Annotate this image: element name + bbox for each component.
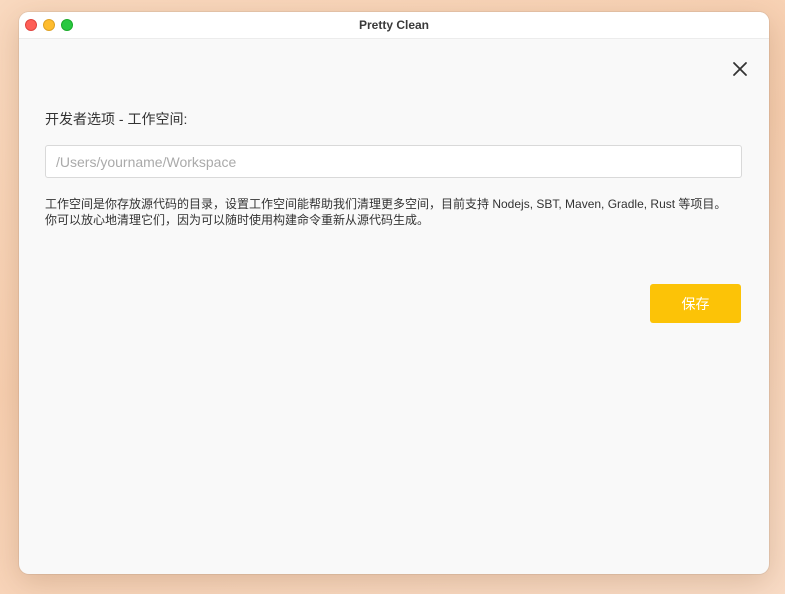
settings-dialog: 开发者选项 - 工作空间: 工作空间是你存放源代码的目录，设置工作空间能帮助我们… [19,39,769,574]
close-dialog-button[interactable] [730,59,750,79]
app-window: Pretty Clean 开发者选项 - 工作空间: 工作空间是你存放源代码的目… [19,12,769,574]
close-icon [733,62,747,76]
description-line: 你可以放心地清理它们，因为可以随时使用构建命令重新从源代码生成。 [45,213,430,227]
workspace-path-input[interactable] [45,145,742,178]
section-label: 开发者选项 - 工作空间: [45,111,188,127]
save-button[interactable]: 保存 [650,284,741,323]
description-line: 工作空间是你存放源代码的目录，设置工作空间能帮助我们清理更多空间，目前支持 No… [45,197,727,211]
title-bar: Pretty Clean [19,12,769,39]
window-title: Pretty Clean [358,18,430,32]
workspace-description: 工作空间是你存放源代码的目录，设置工作空间能帮助我们清理更多空间，目前支持 No… [45,196,745,228]
